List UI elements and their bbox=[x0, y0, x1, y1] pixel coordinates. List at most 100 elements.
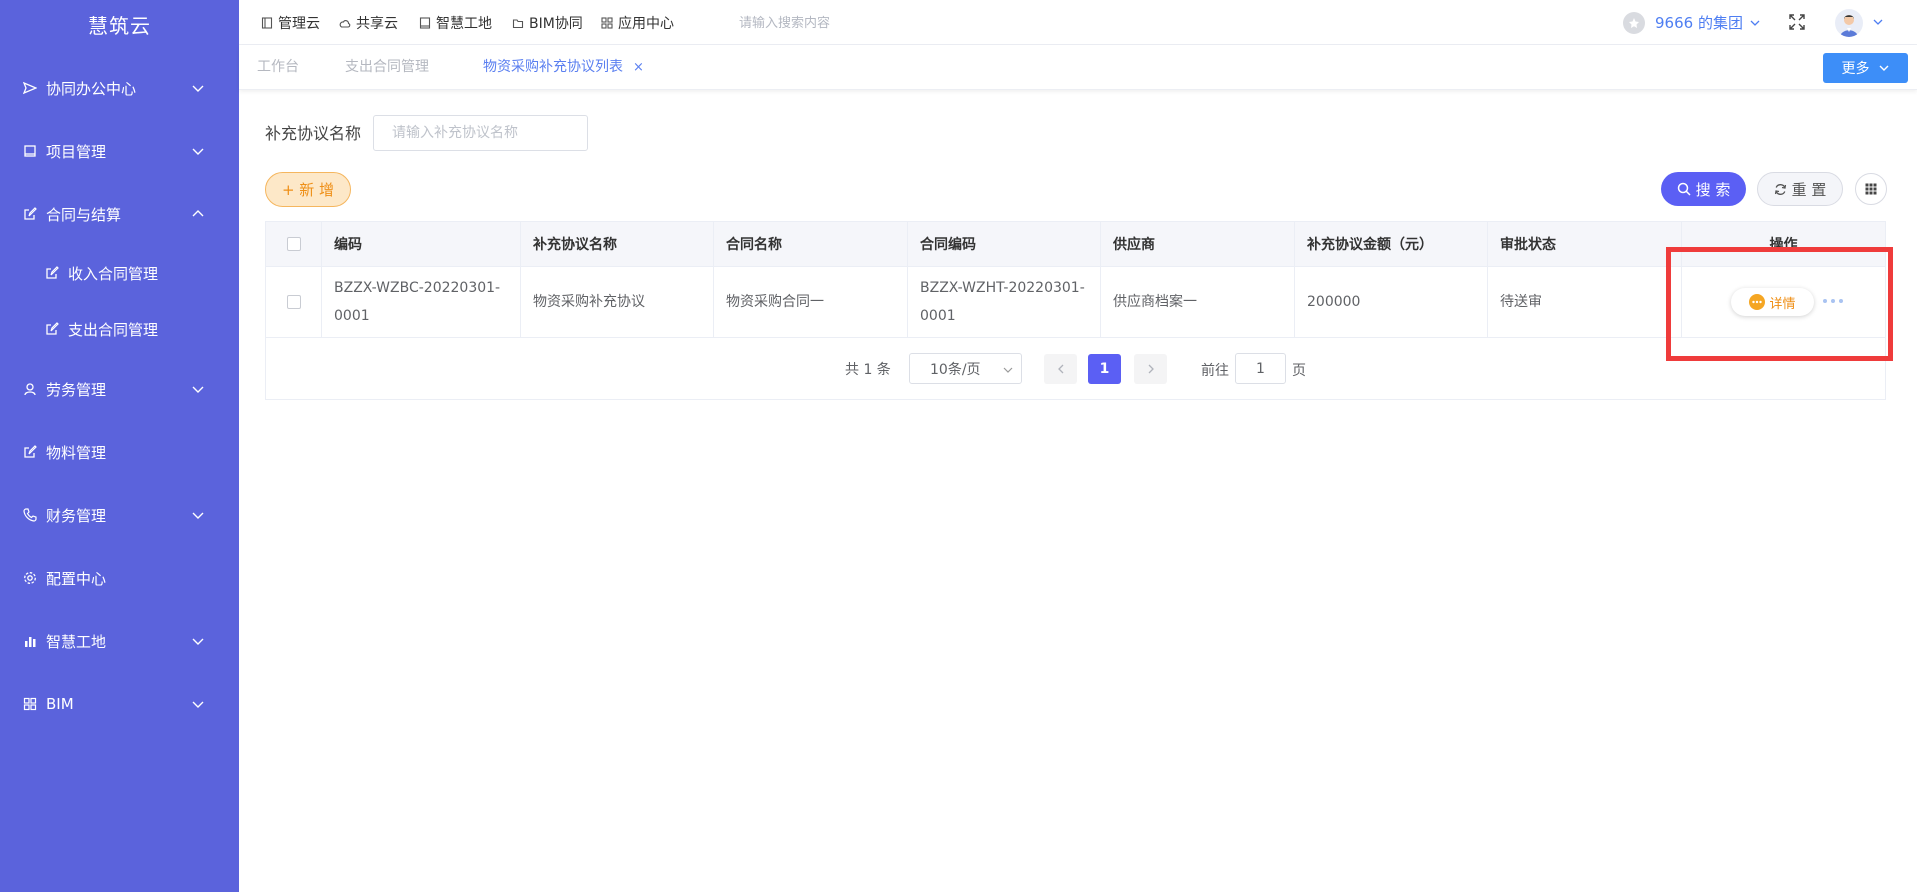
sidebar-item-label: BIM bbox=[46, 695, 74, 713]
chevron-left-icon bbox=[1057, 364, 1063, 374]
sidebar-item-label: 劳务管理 bbox=[46, 380, 107, 399]
more-button-label: 更多 bbox=[1841, 61, 1870, 77]
cell-status: 待送审 bbox=[1488, 267, 1682, 337]
sidebar-item-bim[interactable]: BIM bbox=[0, 684, 239, 724]
folder-icon bbox=[512, 18, 524, 28]
more-button[interactable]: 更多 bbox=[1823, 53, 1908, 83]
add-button[interactable]: + 新 增 bbox=[265, 172, 351, 207]
sidebar-item-expense-contract[interactable]: 支出合同管理 bbox=[0, 309, 239, 349]
row-checkbox-cell bbox=[266, 267, 322, 337]
edit-icon bbox=[44, 265, 60, 281]
global-search-input[interactable] bbox=[739, 12, 959, 34]
detail-button[interactable]: 详情 bbox=[1731, 288, 1814, 316]
tabs-bar: 工作台 支出合同管理 物资采购补充协议列表 × 更多 bbox=[239, 45, 1917, 90]
search-icon bbox=[1677, 182, 1691, 196]
search-button[interactable]: 搜 索 bbox=[1661, 172, 1746, 206]
table-row: BZZX-WZBC-20220301-0001 物资采购补充协议 物资采购合同一… bbox=[266, 267, 1885, 338]
page-size-select[interactable]: 10条/页 bbox=[909, 353, 1022, 384]
cell-supplier: 供应商档案一 bbox=[1101, 267, 1295, 337]
row-more-icon[interactable] bbox=[1823, 295, 1843, 307]
header-amount: 补充协议金额（元） bbox=[1295, 222, 1488, 266]
sidebar-item-office[interactable]: 协同办公中心 bbox=[0, 68, 239, 108]
sidebar: 慧筑云 协同办公中心 项目管理 合同与结算 收入合同管理 支出合同管理 劳务管理… bbox=[0, 0, 239, 892]
chevron-down-icon bbox=[192, 148, 204, 155]
sidebar-item-label: 财务管理 bbox=[46, 506, 107, 525]
book-icon bbox=[419, 16, 431, 29]
header-contract-name: 合同名称 bbox=[714, 222, 908, 266]
topnav-label: 智慧工地 bbox=[436, 15, 492, 32]
topnav-management-cloud[interactable]: 管理云 bbox=[261, 0, 320, 45]
reset-button[interactable]: 重 置 bbox=[1757, 172, 1843, 206]
book-icon bbox=[261, 16, 273, 29]
reset-button-label: 重 置 bbox=[1791, 180, 1827, 199]
worker-icon bbox=[22, 381, 38, 397]
send-icon bbox=[22, 80, 38, 96]
sidebar-item-label: 支出合同管理 bbox=[68, 320, 159, 339]
tab-workbench[interactable]: 工作台 bbox=[257, 45, 299, 90]
topnav-bim[interactable]: BIM协同 bbox=[512, 0, 583, 45]
chevron-down-icon bbox=[192, 85, 204, 92]
chevron-down-icon bbox=[192, 512, 204, 519]
agreement-name-input[interactable] bbox=[373, 115, 588, 151]
org-name: 9666 的集团 bbox=[1655, 14, 1743, 32]
cell-contract-name: 物资采购合同一 bbox=[714, 267, 908, 337]
table-header: 编码 补充协议名称 合同名称 合同编码 供应商 补充协议金额（元） 审批状态 操… bbox=[266, 222, 1885, 267]
topnav-label: 共享云 bbox=[356, 15, 398, 32]
column-settings-button[interactable] bbox=[1855, 173, 1887, 205]
page-label: 页 bbox=[1292, 363, 1306, 379]
sidebar-item-income-contract[interactable]: 收入合同管理 bbox=[0, 253, 239, 293]
edit-icon bbox=[22, 444, 38, 460]
topnav-label: BIM协同 bbox=[529, 15, 583, 32]
sidebar-item-label: 智慧工地 bbox=[46, 632, 107, 651]
org-selector[interactable]: 9666 的集团 bbox=[1623, 0, 1761, 45]
cell-amount: 200000 bbox=[1295, 267, 1488, 337]
sidebar-item-finance[interactable]: 财务管理 bbox=[0, 495, 239, 535]
next-page-button[interactable] bbox=[1134, 354, 1167, 384]
sidebar-item-labor[interactable]: 劳务管理 bbox=[0, 369, 239, 409]
grid-icon bbox=[1865, 183, 1877, 195]
sidebar-item-project[interactable]: 项目管理 bbox=[0, 131, 239, 171]
cell-code: BZZX-WZBC-20220301-0001 bbox=[322, 267, 521, 337]
fullscreen-icon[interactable] bbox=[1788, 13, 1806, 31]
chevron-up-icon bbox=[192, 210, 204, 217]
sidebar-item-material[interactable]: 物料管理 bbox=[0, 432, 239, 472]
chevron-right-icon bbox=[1148, 364, 1154, 374]
sidebar-item-label: 配置中心 bbox=[46, 569, 107, 588]
header-contract-code: 合同编码 bbox=[908, 222, 1101, 266]
prev-page-button[interactable] bbox=[1044, 354, 1077, 384]
tab-supplement-list[interactable]: 物资采购补充协议列表 × bbox=[483, 45, 644, 90]
page-jump-input[interactable] bbox=[1235, 353, 1286, 384]
detail-button-label: 详情 bbox=[1769, 296, 1796, 312]
topnav-app-center[interactable]: 应用中心 bbox=[601, 0, 674, 45]
sidebar-item-label: 项目管理 bbox=[46, 142, 107, 161]
header-checkbox-cell bbox=[266, 222, 322, 266]
topnav-label: 管理云 bbox=[278, 15, 320, 32]
goto-label: 前往 bbox=[1201, 363, 1229, 379]
search-button-label: 搜 索 bbox=[1695, 180, 1731, 199]
grid-icon bbox=[22, 696, 38, 712]
header-actions: 操作 bbox=[1769, 237, 1798, 253]
select-all-checkbox[interactable] bbox=[286, 237, 301, 251]
sidebar-item-smart-site[interactable]: 智慧工地 bbox=[0, 621, 239, 661]
avatar[interactable] bbox=[1835, 9, 1863, 37]
chevron-down-icon bbox=[192, 638, 204, 645]
topnav-shared-cloud[interactable]: 共享云 bbox=[338, 0, 398, 45]
topnav-smart-site[interactable]: 智慧工地 bbox=[419, 0, 492, 45]
sidebar-item-label: 物料管理 bbox=[46, 443, 107, 462]
bar-chart-icon bbox=[22, 633, 38, 649]
tab-expense-contract[interactable]: 支出合同管理 bbox=[345, 45, 429, 90]
topnav-label: 应用中心 bbox=[618, 15, 674, 32]
row-checkbox[interactable] bbox=[286, 295, 301, 309]
tab-close-icon[interactable]: × bbox=[633, 60, 644, 75]
chevron-down-icon bbox=[1750, 20, 1760, 26]
chevron-down-icon[interactable] bbox=[1872, 16, 1884, 28]
page-size-value: 10条/页 bbox=[930, 361, 981, 378]
header-code: 编码 bbox=[322, 222, 521, 266]
book-icon bbox=[22, 143, 38, 159]
edit-icon bbox=[22, 206, 38, 222]
page-1-button[interactable]: 1 bbox=[1088, 354, 1121, 384]
chevron-down-icon bbox=[1879, 65, 1888, 71]
refresh-icon bbox=[1774, 183, 1786, 195]
sidebar-item-contract[interactable]: 合同与结算 bbox=[0, 194, 239, 234]
sidebar-item-config[interactable]: 配置中心 bbox=[0, 558, 239, 598]
